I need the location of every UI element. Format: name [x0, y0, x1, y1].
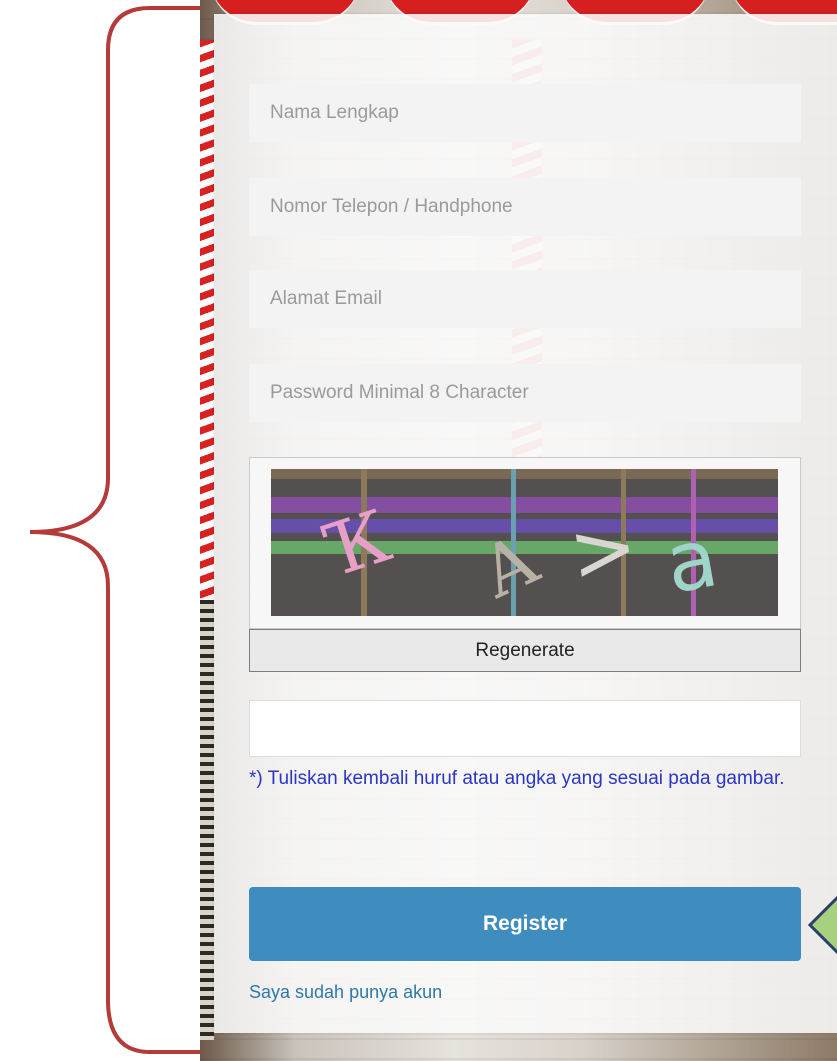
login-link[interactable]: Saya sudah punya akun — [249, 982, 442, 1003]
captcha-glyph: > — [564, 499, 643, 600]
password-input[interactable] — [249, 364, 801, 422]
captcha-hint: *) Tuliskan kembali huruf atau angka yan… — [249, 768, 785, 789]
regenerate-captcha-button[interactable]: Regenerate — [249, 629, 801, 672]
annotation-bracket — [29, 6, 200, 1054]
captcha-input[interactable] — [249, 700, 801, 757]
phone-input[interactable] — [249, 178, 801, 236]
captcha-image: Ҡ A > a — [271, 469, 778, 616]
email-input[interactable] — [249, 270, 801, 328]
full-name-input[interactable] — [249, 84, 801, 142]
register-button[interactable]: Register — [249, 887, 801, 961]
pointer-arrow-icon — [808, 895, 837, 955]
